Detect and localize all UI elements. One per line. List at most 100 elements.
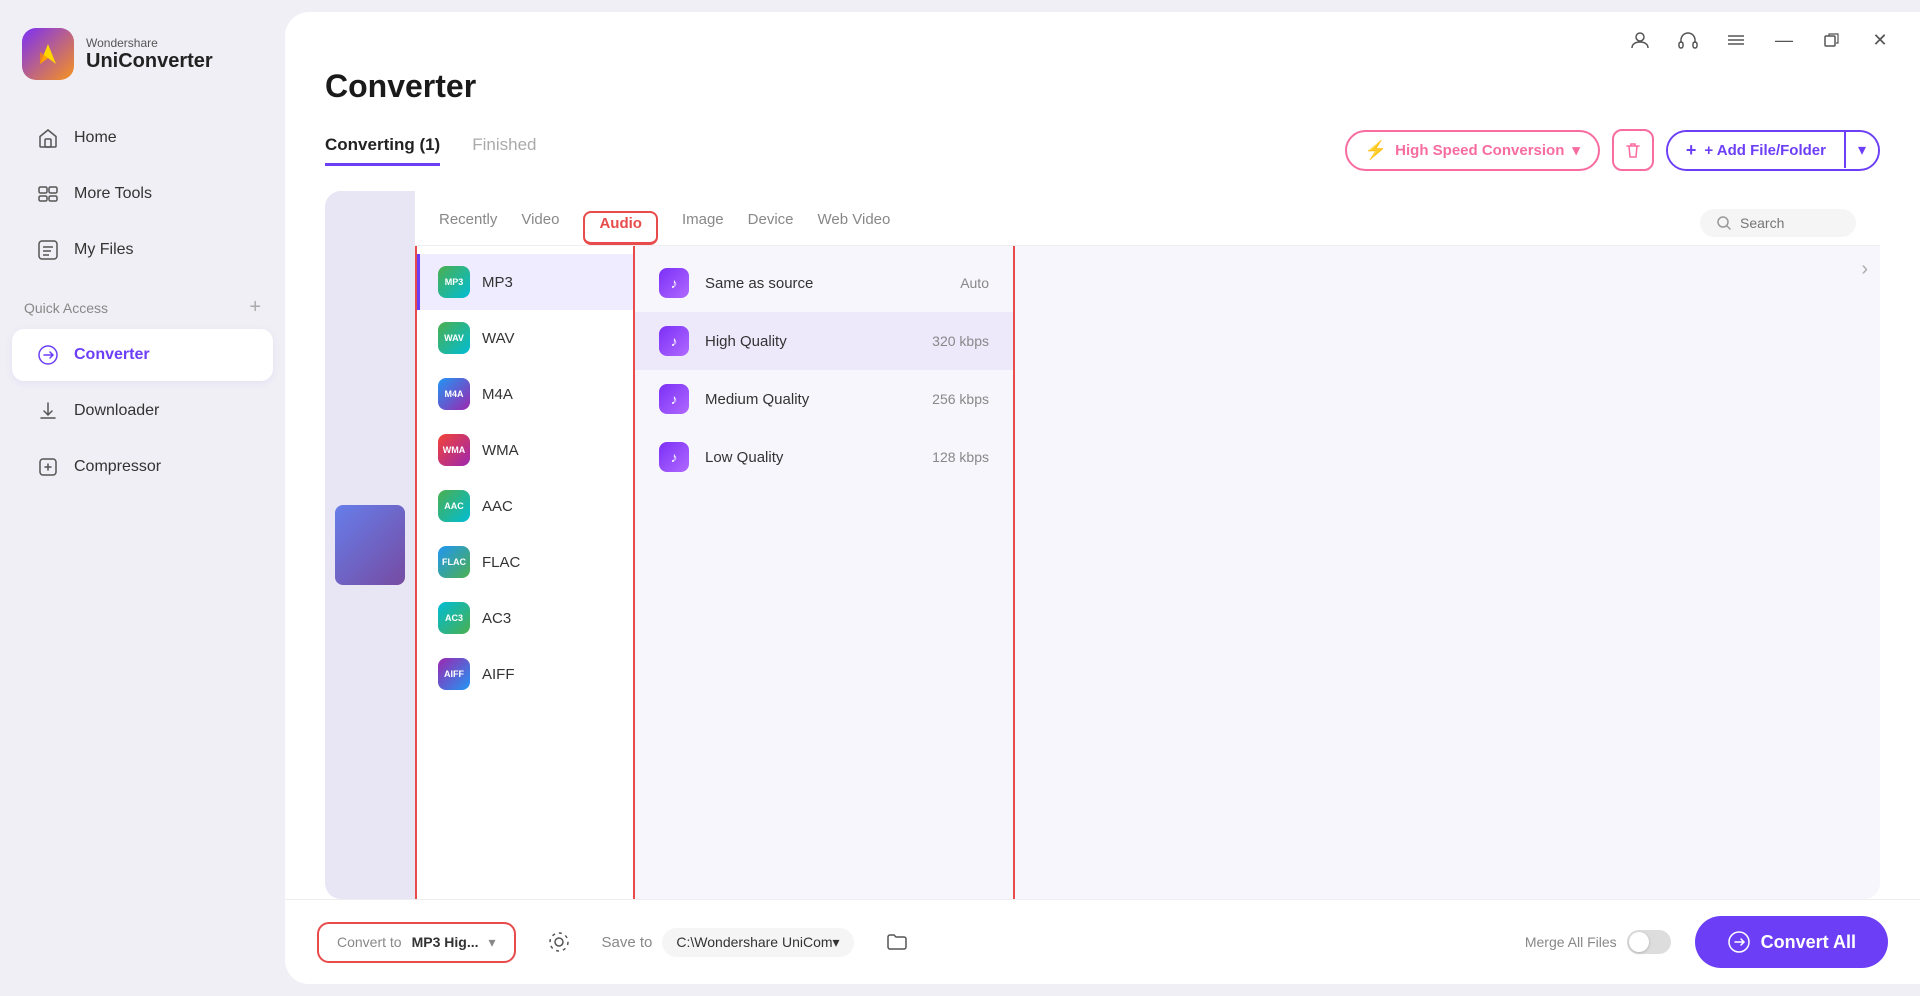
format-tab-audio[interactable]: Audio [583,211,658,245]
save-to-label: Save to [602,934,653,951]
format-list: MP3 MP3 WAV WAV M4A M4A WMA [415,246,635,899]
my-files-icon [36,238,60,262]
add-file-button[interactable]: + + Add File/Folder ▾ [1666,130,1880,171]
merge-section: Merge All Files [1525,930,1671,954]
folder-icon [886,931,908,953]
format-item-wma[interactable]: WMA WMA [417,422,633,478]
format-item-ac3[interactable]: AC3 AC3 [417,590,633,646]
format-item-aiff[interactable]: AIFF AIFF [417,646,633,702]
restore-button[interactable] [1816,24,1848,56]
minimize-button[interactable]: — [1768,24,1800,56]
merge-label: Merge All Files [1525,934,1617,950]
sidebar-item-more-tools-label: More Tools [74,185,152,203]
format-tab-web-video[interactable]: Web Video [818,211,891,243]
flac-format-icon: FLAC [438,546,470,578]
convert-all-icon [1727,930,1751,954]
sidebar-item-converter-label: Converter [74,346,150,364]
file-thumbnail [335,505,405,585]
format-picker-panel: Recently Video Audio Image Device [415,191,1880,899]
format-item-wav[interactable]: WAV WAV [417,310,633,366]
quality-item-high[interactable]: ♪ High Quality 320 kbps [635,312,1013,370]
quality-low-icon: ♪ [659,442,689,472]
sidebar-item-compressor[interactable]: Compressor [12,441,273,493]
high-speed-conversion-button[interactable]: ⚡ High Speed Conversion ▾ [1345,130,1600,171]
wav-format-icon: WAV [438,322,470,354]
aiff-format-icon: AIFF [438,658,470,690]
sidebar-item-home-label: Home [74,129,117,147]
save-to-section: Save to C:\Wondershare UniCom▾ [602,928,854,957]
aac-format-icon: AAC [438,490,470,522]
main-panel: — ✕ Converter Converting (1) Finished [285,12,1920,984]
compressor-icon [36,455,60,479]
quality-high-icon: ♪ [659,326,689,356]
add-file-main[interactable]: + + Add File/Folder [1668,132,1844,169]
app-brand: Wondershare [86,36,213,50]
format-item-m4a[interactable]: M4A M4A [417,366,633,422]
save-to-path-text: C:\Wondershare UniCom▾ [676,934,839,951]
titlebar: — ✕ [285,12,1920,68]
wma-format-icon: WMA [438,434,470,466]
lightning-icon: ⚡ [1365,140,1387,161]
sidebar-item-compressor-label: Compressor [74,458,161,476]
m4a-format-icon: M4A [438,378,470,410]
convert-to-value: MP3 Hig... [412,934,479,950]
quality-item-medium[interactable]: ♪ Medium Quality 256 kbps [635,370,1013,428]
convert-to-label: Convert to [337,934,402,950]
close-button[interactable]: ✕ [1864,24,1896,56]
quality-medium-icon: ♪ [659,384,689,414]
save-to-path-button[interactable]: C:\Wondershare UniCom▾ [662,928,853,957]
merge-toggle[interactable] [1627,930,1671,954]
format-tab-video[interactable]: Video [521,211,559,243]
quick-access-label: Quick Access [24,300,108,316]
convert-to-section: Convert to MP3 Hig... ▾ [317,922,516,963]
app-logo-icon [22,28,74,80]
add-file-arrow-button[interactable]: ▾ [1844,132,1878,168]
format-item-aac[interactable]: AAC AAC [417,478,633,534]
convert-all-button[interactable]: Convert All [1695,916,1888,968]
sidebar-item-more-tools[interactable]: More Tools [12,168,273,220]
quick-access-add-button[interactable]: + [249,296,261,319]
format-tab-device[interactable]: Device [748,211,794,243]
logo-area: Wondershare UniConverter [0,18,285,110]
user-icon-button[interactable] [1624,24,1656,56]
toggle-knob [1629,932,1649,952]
folder-icon-button[interactable] [878,923,916,961]
converter-tabs: Converting (1) Finished [325,135,537,166]
headphones-icon-button[interactable] [1672,24,1704,56]
delete-button[interactable] [1612,129,1654,171]
file-thumbnail-strip [325,191,415,899]
format-right-spacer: › [1015,246,1880,899]
format-item-mp3[interactable]: MP3 MP3 [417,254,633,310]
search-input[interactable] [1740,215,1840,231]
sidebar-item-my-files[interactable]: My Files [12,224,273,276]
convert-all-label: Convert All [1761,932,1856,953]
format-search-box[interactable] [1700,209,1856,237]
quality-music-icon: ♪ [659,268,689,298]
format-tab-recently[interactable]: Recently [439,211,497,243]
tab-finished[interactable]: Finished [472,135,536,166]
search-icon [1716,215,1732,231]
format-tab-image[interactable]: Image [682,211,724,243]
tab-converting[interactable]: Converting (1) [325,135,440,166]
chevron-right-icon: › [1861,258,1868,281]
tab-actions: ⚡ High Speed Conversion ▾ + + Add File/F… [1345,129,1880,171]
quick-access-section: Quick Access + [0,278,285,327]
sidebar-item-downloader[interactable]: Downloader [12,385,273,437]
mp3-format-icon: MP3 [438,266,470,298]
app-name: UniConverter [86,50,213,73]
settings-icon-button[interactable] [540,923,578,961]
ac3-format-icon: AC3 [438,602,470,634]
convert-to-arrow-icon[interactable]: ▾ [489,934,496,951]
format-item-flac[interactable]: FLAC FLAC [417,534,633,590]
downloader-icon [36,399,60,423]
plus-icon: + [1686,140,1697,161]
quality-item-same-as-source[interactable]: ♪ Same as source Auto [635,254,1013,312]
page-title: Converter [325,68,1880,105]
content-area: Converter Converting (1) Finished ⚡ High… [285,68,1920,899]
sidebar-item-home[interactable]: Home [12,112,273,164]
sidebar-item-converter[interactable]: Converter [12,329,273,381]
bottom-bar: Convert to MP3 Hig... ▾ Save to C:\Wonde… [285,899,1920,984]
quality-item-low[interactable]: ♪ Low Quality 128 kbps [635,428,1013,486]
menu-icon-button[interactable] [1720,24,1752,56]
home-icon [36,126,60,150]
